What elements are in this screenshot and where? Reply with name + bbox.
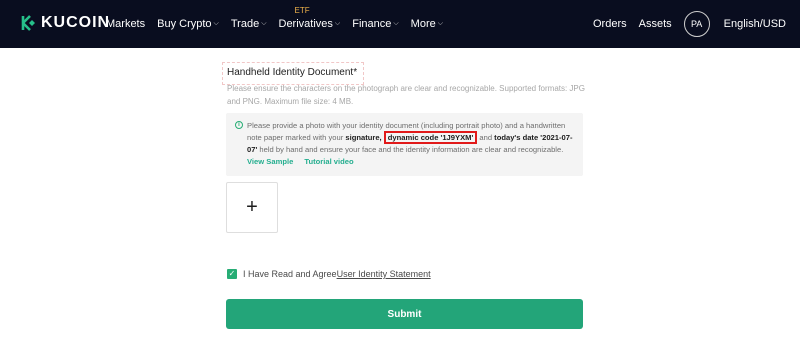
- dynamic-code: dynamic code '1J9YXM': [383, 131, 478, 144]
- assets-link[interactable]: Assets: [639, 18, 672, 30]
- nav-derivatives[interactable]: ETF Derivatives ⌵: [278, 6, 341, 30]
- avatar-initials: PA: [690, 19, 703, 29]
- chevron-down-icon: ⌵: [393, 20, 399, 27]
- agreement-row: ✓ I Have Read and Agree User Identity St…: [227, 269, 431, 279]
- etf-badge: ETF: [294, 6, 310, 15]
- notice-text: Please provide a photo with your identit…: [247, 120, 575, 156]
- agree-text: I Have Read and Agree: [243, 269, 337, 279]
- kucoin-logo-icon: [21, 15, 35, 31]
- nav-more[interactable]: More ⌵: [411, 18, 443, 30]
- submit-button[interactable]: Submit: [226, 299, 583, 329]
- chevron-down-icon: ⌵: [437, 20, 444, 27]
- orders-link[interactable]: Orders: [593, 18, 627, 30]
- nav-finance[interactable]: Finance ⌵: [352, 18, 398, 30]
- chevron-down-icon: ⌵: [261, 20, 267, 27]
- info-icon: i: [235, 121, 243, 129]
- plus-icon: +: [246, 196, 258, 218]
- language-currency-selector[interactable]: English/USD: [724, 18, 786, 30]
- agree-checkbox[interactable]: ✓: [227, 269, 237, 279]
- view-sample-link[interactable]: View Sample: [247, 157, 293, 166]
- nav-buy-crypto-label: Buy Crypto: [157, 18, 212, 30]
- kucoin-logo[interactable]: KUCOIN: [17, 13, 110, 33]
- chevron-down-icon: ⌵: [213, 20, 219, 27]
- chevron-down-icon: ⌵: [334, 20, 341, 27]
- notice-and: and: [477, 133, 495, 142]
- nav-buy-crypto[interactable]: Buy Crypto ⌵: [157, 18, 219, 30]
- field-label-text: Handheld Identity Document: [227, 67, 354, 78]
- top-navbar: KUCOIN Markets Buy Crypto ⌵ Trade ⌵ ETF …: [0, 0, 800, 48]
- nav-trade-label: Trade: [230, 18, 260, 30]
- account-nav: Orders Assets PA English/USD: [581, 0, 786, 48]
- instruction-notice: i Please provide a photo with your ident…: [226, 113, 583, 176]
- required-mark: *: [353, 67, 358, 78]
- nav-finance-label: Finance: [352, 18, 392, 30]
- nav-markets-label: Markets: [106, 18, 146, 30]
- notice-outro: held by hand and ensure your face and th…: [257, 145, 564, 154]
- main-nav: Markets Buy Crypto ⌵ Trade ⌵ ETF Derivat…: [106, 0, 443, 48]
- user-identity-statement-link[interactable]: User Identity Statement: [337, 269, 431, 279]
- nav-markets[interactable]: Markets: [106, 18, 145, 30]
- upload-photo-button[interactable]: +: [226, 182, 278, 233]
- logo-text: KUCOIN: [41, 14, 111, 31]
- avatar[interactable]: PA: [683, 11, 710, 37]
- tutorial-video-link[interactable]: Tutorial video: [304, 157, 353, 166]
- nav-trade[interactable]: Trade ⌵: [231, 18, 267, 30]
- nav-more-label: More: [410, 18, 436, 30]
- upload-hint: Please ensure the characters on the phot…: [227, 84, 585, 106]
- notice-signature: signature,: [345, 133, 382, 142]
- nav-derivatives-label: Derivatives: [278, 18, 333, 30]
- notice-links: View Sample Tutorial video: [247, 157, 575, 166]
